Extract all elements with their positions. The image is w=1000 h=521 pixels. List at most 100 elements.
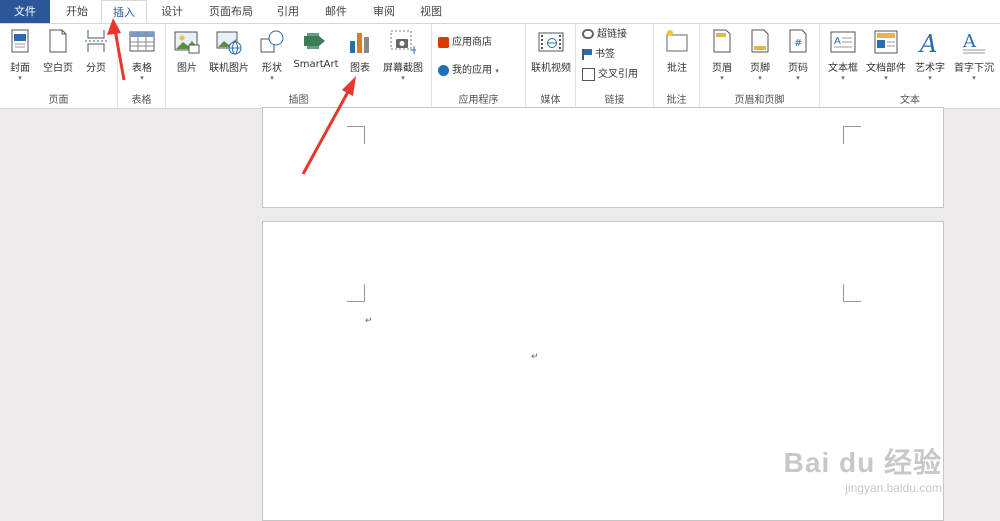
tab-review[interactable]: 审阅 — [364, 0, 404, 23]
chevron-down-icon: ▾ — [841, 74, 845, 82]
chevron-down-icon: ▾ — [140, 74, 144, 82]
blank-page-icon — [45, 29, 71, 55]
online-picture-icon — [216, 29, 242, 55]
margin-corner-mark — [843, 126, 861, 144]
apps-icon — [438, 64, 449, 76]
group-label: 表格 — [131, 95, 152, 106]
paragraph-mark: ↵ — [365, 316, 373, 326]
drop-cap-icon: A — [961, 29, 987, 55]
group-label: 批注 — [666, 95, 687, 106]
screenshot-button[interactable]: + 屏幕截图 ▾ — [378, 26, 428, 82]
header-icon — [709, 29, 735, 55]
store-icon — [438, 36, 449, 48]
link-icon — [582, 29, 594, 39]
online-video-button[interactable]: 联机视频 — [528, 26, 574, 74]
chevron-down-icon: ▾ — [401, 74, 405, 82]
page-number-icon: # — [785, 29, 811, 55]
margin-corner-mark — [347, 284, 365, 302]
group-label: 页眉和页脚 — [734, 95, 785, 106]
tab-references[interactable]: 引用 — [268, 0, 308, 23]
quick-parts-icon — [873, 29, 899, 55]
my-apps-button[interactable]: 我的应用 ▾ — [438, 62, 499, 80]
tab-home[interactable]: 开始 — [54, 0, 100, 23]
app-store-button[interactable]: 应用商店 — [438, 34, 492, 52]
tab-page-layout[interactable]: 页面布局 — [200, 0, 262, 23]
picture-button[interactable]: 图片 — [170, 26, 204, 74]
chevron-down-icon: ▾ — [884, 74, 888, 82]
table-icon — [129, 29, 155, 55]
new-comment-button[interactable]: 批注 — [660, 26, 694, 74]
bookmark-icon — [582, 48, 592, 60]
group-apps: 应用商店 我的应用 ▾ 应用程序 — [432, 24, 526, 108]
paragraph-mark: ↵ — [531, 352, 539, 362]
hyperlink-button[interactable]: 超链接 — [582, 26, 627, 44]
watermark-brand: Bai du 经验 — [783, 447, 942, 478]
ribbon-tab-bar: 文件 开始 插入 设计 页面布局 引用 邮件 审阅 视图 — [0, 0, 1000, 24]
shapes-button[interactable]: 形状 ▾ — [256, 26, 288, 82]
group-label: 页面 — [48, 95, 69, 106]
page-break-button[interactable]: 分页 — [80, 26, 112, 74]
quick-parts-button[interactable]: 文档部件 ▾ — [864, 26, 908, 82]
group-header-footer: 页眉 ▾ 页脚 ▾ # 页码 ▾ 页眉和页脚 — [700, 24, 820, 108]
chevron-down-icon: ▾ — [720, 74, 724, 82]
svg-text:+: + — [409, 43, 416, 55]
wordart-button[interactable]: A 艺术字 ▾ — [910, 26, 950, 82]
baidu-watermark: Bai du 经验 jingyan.baidu.com — [784, 441, 942, 495]
svg-text:A: A — [834, 36, 841, 47]
table-button[interactable]: 表格 ▾ — [126, 26, 158, 82]
bookmark-button[interactable]: 书签 — [582, 46, 615, 64]
margin-corner-mark — [843, 284, 861, 302]
watermark-url: jingyan.baidu.com — [845, 481, 942, 495]
group-label: 插图 — [288, 95, 309, 106]
footer-button[interactable]: 页脚 ▾ — [742, 26, 778, 82]
group-comments: 批注 批注 — [654, 24, 700, 108]
text-box-button[interactable]: A 文本框 ▾ — [824, 26, 862, 82]
chevron-down-icon: ▾ — [18, 74, 22, 82]
group-tables: 表格 ▾ 表格 — [118, 24, 166, 108]
cover-page-button[interactable]: 封面 ▾ — [4, 26, 36, 82]
page-number-button[interactable]: # 页码 ▾ — [780, 26, 816, 82]
group-label: 链接 — [604, 95, 625, 106]
comment-icon — [664, 29, 690, 55]
chevron-down-icon: ▾ — [928, 74, 932, 82]
group-label: 应用程序 — [458, 95, 499, 106]
page-1-bottom[interactable] — [262, 107, 944, 208]
drop-cap-button[interactable]: A 首字下沉 ▾ — [950, 26, 998, 82]
chart-button[interactable]: 图表 — [344, 26, 376, 74]
header-button[interactable]: 页眉 ▾ — [704, 26, 740, 82]
group-label: 媒体 — [540, 95, 561, 106]
video-icon — [538, 29, 564, 55]
group-media: 联机视频 媒体 — [526, 24, 576, 108]
margin-corner-mark — [347, 126, 365, 144]
tab-file[interactable]: 文件 — [0, 0, 50, 23]
text-box-icon: A — [830, 29, 856, 55]
group-label: 文本 — [900, 95, 920, 106]
tab-mailings[interactable]: 邮件 — [316, 0, 356, 23]
footer-icon — [747, 29, 773, 55]
chevron-down-icon: ▾ — [270, 74, 274, 82]
tab-insert[interactable]: 插入 — [101, 0, 147, 23]
page-break-icon — [83, 29, 109, 55]
tab-view[interactable]: 视图 — [411, 0, 451, 23]
screenshot-icon: + — [390, 29, 419, 57]
chart-icon — [347, 29, 373, 55]
chevron-down-icon: ▾ — [796, 74, 800, 82]
blank-page-button[interactable]: 空白页 — [40, 26, 76, 74]
group-links: 超链接 书签 交叉引用 链接 — [576, 24, 654, 108]
smartart-button[interactable]: SmartArt — [290, 26, 342, 70]
ribbon-insert: 封面 ▾ 空白页 分页 页面 表格 ▾ 表格 图片 联机图片 形状 ▾ Smar… — [0, 24, 1000, 109]
chevron-down-icon: ▾ — [758, 74, 762, 82]
wordart-icon: A — [917, 29, 943, 58]
tab-design[interactable]: 设计 — [150, 0, 194, 23]
smartart-icon — [303, 29, 329, 55]
document-area[interactable]: ↵ ↵ Bai du 经验 jingyan.baidu.com — [0, 107, 1000, 521]
chevron-down-icon: ▾ — [972, 74, 976, 82]
online-picture-button[interactable]: 联机图片 — [206, 26, 252, 74]
group-illustrations: 图片 联机图片 形状 ▾ SmartArt 图表 + 屏幕截图 ▾ 插图 — [166, 24, 432, 108]
chevron-down-icon: ▾ — [495, 67, 499, 75]
cross-reference-button[interactable]: 交叉引用 — [582, 66, 638, 84]
cross-reference-icon — [582, 67, 595, 81]
svg-text:A: A — [962, 31, 977, 52]
group-pages: 封面 ▾ 空白页 分页 页面 — [0, 24, 118, 108]
svg-text:A: A — [918, 30, 937, 55]
